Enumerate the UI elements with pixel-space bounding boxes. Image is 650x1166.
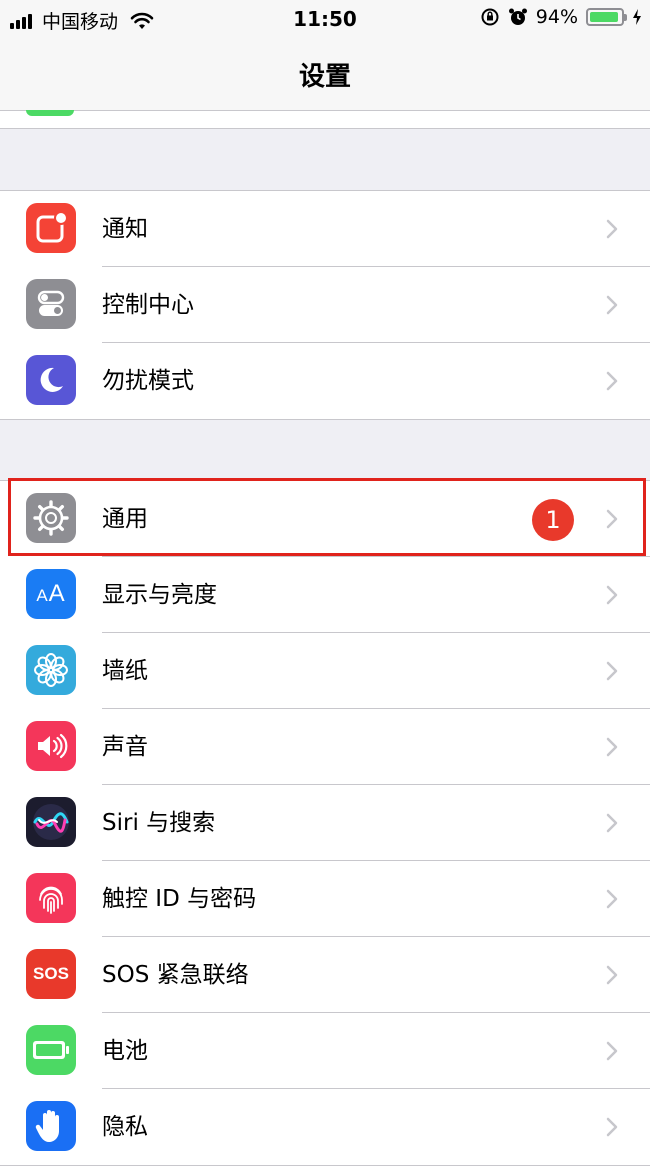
battery-settings-icon: [26, 1025, 76, 1075]
row-label: 显示与亮度: [102, 582, 217, 608]
chevron-right-icon: [606, 295, 618, 315]
siri-icon: [26, 797, 76, 847]
row-label: 控制中心: [102, 292, 194, 318]
general-gear-icon: [26, 493, 76, 543]
status-right: 94%: [472, 6, 642, 28]
row-label: 通知: [102, 216, 148, 242]
notification-badge: 1: [532, 499, 574, 541]
notifications-icon: [26, 203, 76, 253]
settings-row-display-brightness[interactable]: AA 显示与亮度: [0, 557, 650, 633]
settings-group-1: 通知 控制中心 勿扰模式: [0, 190, 650, 420]
chevron-right-icon: [606, 965, 618, 985]
battery-icon: [586, 8, 627, 26]
settings-row-battery[interactable]: 电池: [0, 1013, 650, 1089]
sounds-icon: [26, 721, 76, 771]
chevron-right-icon: [606, 585, 618, 605]
chevron-right-icon: [606, 219, 618, 239]
settings-row-do-not-disturb[interactable]: 勿扰模式: [0, 343, 650, 419]
row-label: SOS 紧急联络: [102, 962, 249, 988]
touch-id-icon: [26, 873, 76, 923]
sos-icon-text: SOS: [33, 964, 69, 983]
row-label: 电池: [102, 1038, 148, 1064]
settings-row-touch-id[interactable]: 触控 ID 与密码: [0, 861, 650, 937]
row-label: 隐私: [102, 1114, 148, 1140]
chevron-right-icon: [606, 737, 618, 757]
control-center-icon: [26, 279, 76, 329]
row-label: 触控 ID 与密码: [102, 886, 257, 912]
privacy-hand-icon: [26, 1101, 76, 1151]
chevron-right-icon: [606, 1117, 618, 1137]
chevron-right-icon: [606, 889, 618, 909]
row-label: 墙纸: [102, 658, 148, 684]
settings-group-2: 通用 1 AA 显示与亮度 墙纸 声音 Siri 与搜索 触控 ID 与密码 S…: [0, 480, 650, 1166]
alarm-icon: [508, 8, 527, 25]
settings-row-siri-search[interactable]: Siri 与搜索: [0, 785, 650, 861]
display-brightness-icon: AA: [26, 569, 76, 619]
row-label: 声音: [102, 734, 148, 760]
settings-row-control-center[interactable]: 控制中心: [0, 267, 650, 343]
do-not-disturb-icon: [26, 355, 76, 405]
partial-icon: [26, 110, 74, 116]
charging-icon: [633, 9, 641, 25]
settings-row-notifications[interactable]: 通知: [0, 191, 650, 267]
chevron-right-icon: [606, 509, 618, 529]
chevron-right-icon: [606, 661, 618, 681]
settings-row-general[interactable]: 通用 1: [0, 481, 650, 557]
page-title: 设置: [298, 62, 351, 92]
chevron-right-icon: [606, 813, 618, 833]
orientation-lock-icon: [481, 8, 499, 26]
settings-row-privacy[interactable]: 隐私: [0, 1089, 650, 1165]
battery-cap: [624, 14, 627, 21]
row-label: 通用: [102, 506, 148, 532]
chevron-right-icon: [606, 1041, 618, 1061]
scrolled-row-remnant: [0, 111, 650, 129]
chevron-right-icon: [606, 371, 618, 391]
settings-row-sounds[interactable]: 声音: [0, 709, 650, 785]
row-label: Siri 与搜索: [102, 810, 216, 836]
status-bar: 中国移动 11:50 94%: [0, 0, 650, 38]
navigation-bar: 设置: [0, 38, 650, 111]
settings-row-sos[interactable]: SOS SOS 紧急联络: [0, 937, 650, 1013]
wallpaper-icon: [26, 645, 76, 695]
sos-icon: SOS: [26, 949, 76, 999]
row-label: 勿扰模式: [102, 368, 194, 394]
battery-fill: [590, 12, 619, 22]
battery-percent: 94%: [535, 6, 578, 28]
settings-row-wallpaper[interactable]: 墙纸: [0, 633, 650, 709]
